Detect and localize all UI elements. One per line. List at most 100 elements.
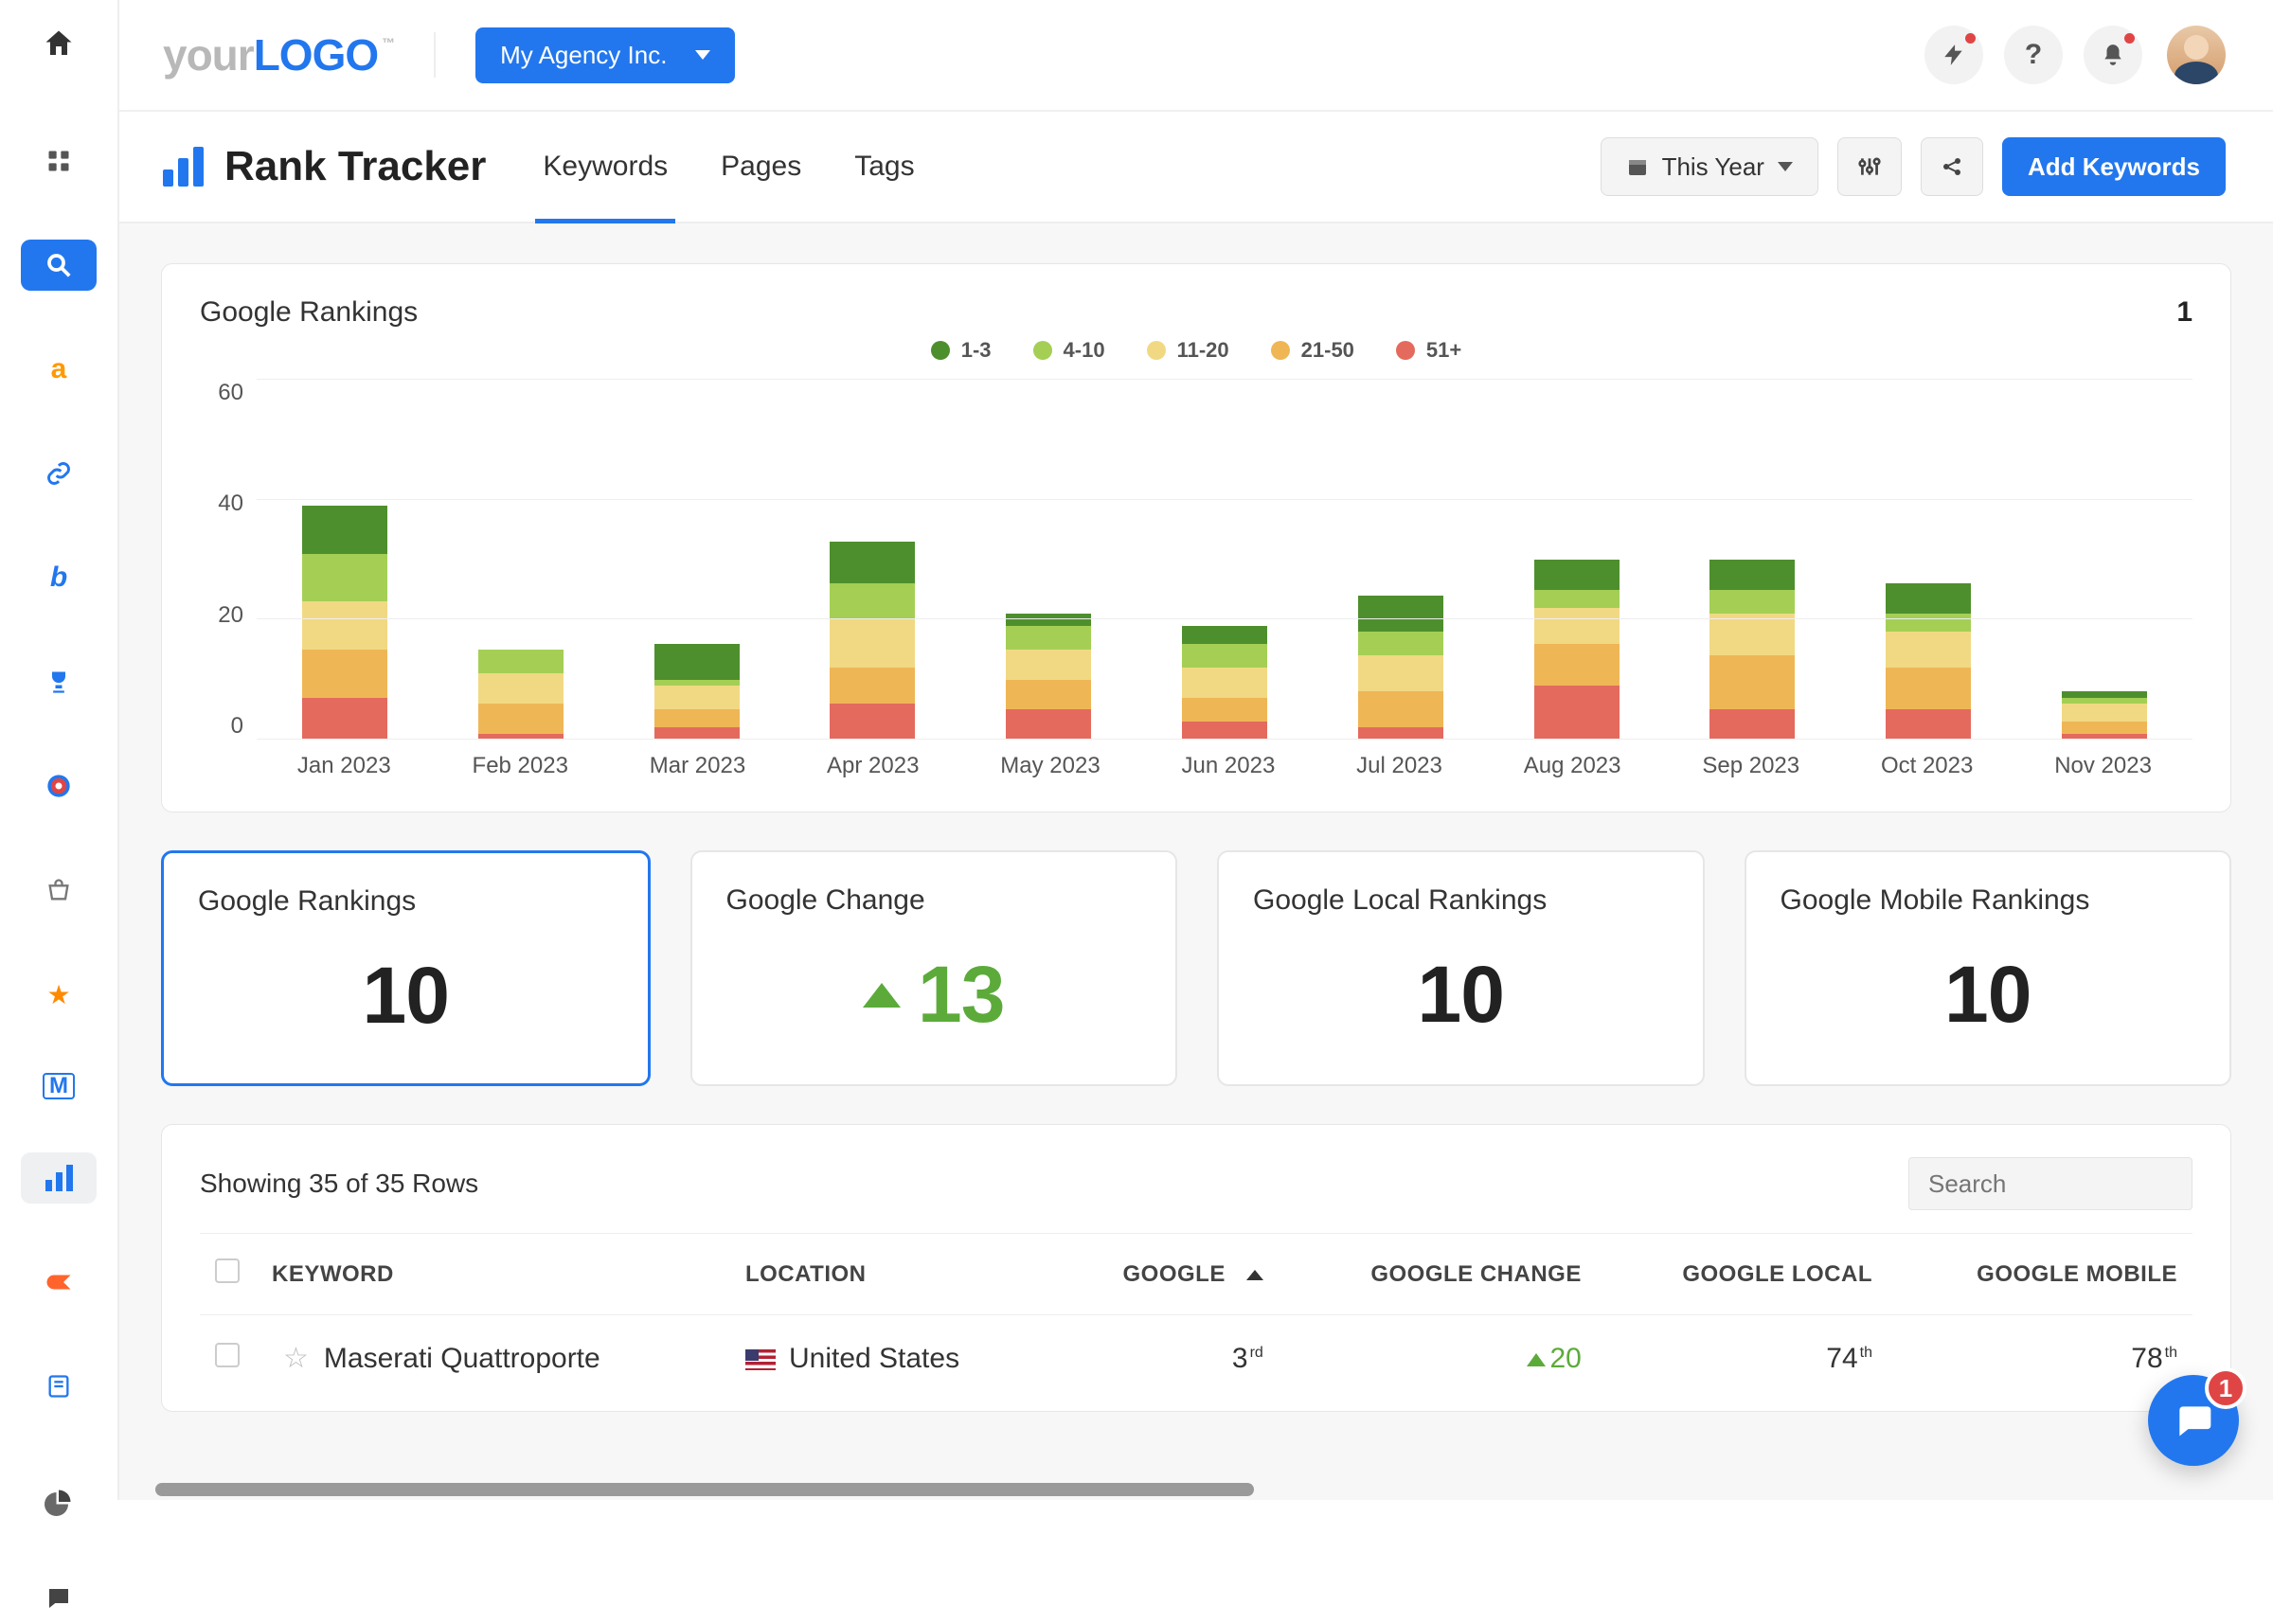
column-header[interactable]: GOOGLE [1053, 1234, 1279, 1315]
table-search-input[interactable] [1908, 1157, 2192, 1210]
y-tick: 20 [218, 602, 243, 629]
legend-dot-icon [1147, 341, 1166, 360]
table-row[interactable]: ☆Maserati QuattroporteUnited States3rd20… [200, 1315, 2192, 1402]
legend-item[interactable]: 51+ [1396, 338, 1461, 363]
legend-label: 51+ [1426, 338, 1461, 363]
bar-column[interactable] [1358, 596, 1443, 740]
gridline [257, 739, 2192, 740]
legend-item[interactable]: 1-3 [931, 338, 992, 363]
bar-segment [654, 644, 740, 680]
chart-x-axis: Jan 2023Feb 2023Mar 2023Apr 2023May 2023… [257, 753, 2192, 779]
bar-column[interactable] [654, 644, 740, 740]
legend-label: 11-20 [1177, 338, 1229, 363]
nav-star-icon[interactable]: ★ [21, 969, 97, 1020]
bar-segment [2062, 722, 2147, 734]
date-range-button[interactable]: This Year [1601, 137, 1818, 196]
bar-segment [1886, 709, 1971, 740]
bar-segment [1886, 632, 1971, 668]
legend-label: 4-10 [1064, 338, 1105, 363]
chart-title: Google Rankings [200, 296, 418, 329]
tab-tags[interactable]: Tags [854, 112, 914, 222]
legend-item[interactable]: 11-20 [1147, 338, 1229, 363]
bar-segment [1709, 614, 1795, 655]
bar-segment [1534, 560, 1620, 590]
rows-count-text: Showing 35 of 35 Rows [200, 1169, 478, 1199]
logo-text-prefix: your [163, 29, 254, 80]
nav-moz-icon[interactable]: M [43, 1073, 75, 1099]
column-header[interactable]: LOCATION [730, 1234, 1053, 1315]
nav-analytics-pie-icon[interactable] [21, 1476, 97, 1527]
metric-value: 10 [1781, 949, 2196, 1041]
chevron-down-icon [1778, 162, 1793, 171]
bar-segment [1534, 686, 1620, 740]
metric-title: Google Change [726, 884, 1142, 917]
bar-segment [1006, 680, 1091, 710]
bar-column[interactable] [1886, 583, 1971, 740]
bar-segment [1182, 668, 1267, 698]
select-all-checkbox[interactable] [215, 1258, 240, 1283]
add-keywords-button[interactable]: Add Keywords [2002, 137, 2226, 196]
chat-fab[interactable]: 1 [2148, 1375, 2239, 1466]
metric-value: 13 [726, 949, 1142, 1041]
nav-rank-tracker-icon[interactable] [21, 1152, 97, 1204]
legend-dot-icon [1271, 341, 1290, 360]
bar-column[interactable] [1006, 614, 1091, 740]
column-header[interactable]: GOOGLE LOCAL [1597, 1234, 1888, 1315]
settings-button[interactable] [1837, 137, 1902, 196]
gridline [257, 618, 2192, 619]
nav-chat-icon[interactable] [21, 1573, 97, 1624]
bar-column[interactable] [302, 506, 387, 740]
nav-trophy-icon[interactable] [21, 656, 97, 707]
google-local-cell: 74th [1597, 1315, 1888, 1402]
legend-item[interactable]: 4-10 [1033, 338, 1105, 363]
bar-segment [478, 673, 564, 704]
keyword-cell: Maserati Quattroporte [324, 1343, 600, 1374]
nav-link-icon[interactable] [21, 448, 97, 499]
y-tick: 40 [218, 491, 243, 517]
logo[interactable]: yourLOGO™ [163, 29, 394, 80]
column-header[interactable]: KEYWORD [257, 1234, 730, 1315]
nav-bing-icon[interactable]: b [21, 552, 97, 603]
bar-segment [1006, 626, 1091, 650]
bar-column[interactable] [1182, 626, 1267, 740]
agency-selector-button[interactable]: My Agency Inc. [475, 27, 735, 83]
share-button[interactable] [1921, 137, 1983, 196]
metric-card[interactable]: Google Rankings10 [161, 850, 651, 1086]
legend-item[interactable]: 21-50 [1271, 338, 1354, 363]
bar-column[interactable] [1534, 560, 1620, 740]
home-icon[interactable] [42, 27, 76, 69]
bar-segment [1534, 608, 1620, 644]
metric-card[interactable]: Google Mobile Rankings10 [1745, 850, 2232, 1086]
nav-amazon-icon[interactable]: a [21, 344, 97, 395]
chart-legend: 1-3 4-10 11-20 21-50 51+ [200, 338, 2192, 363]
metric-card[interactable]: Google Change 13 [690, 850, 1178, 1086]
nav-search-icon[interactable] [21, 240, 97, 291]
nav-report-icon[interactable] [21, 1361, 97, 1412]
column-header[interactable]: GOOGLE CHANGE [1279, 1234, 1597, 1315]
bell-icon[interactable] [2084, 26, 2142, 84]
tab-pages[interactable]: Pages [721, 112, 801, 222]
nav-globe-icon[interactable] [21, 760, 97, 812]
help-icon[interactable]: ? [2004, 26, 2063, 84]
nav-dashboard-icon[interactable] [21, 135, 97, 187]
horizontal-scrollbar-thumb[interactable] [155, 1483, 1254, 1496]
bar-column[interactable] [478, 650, 564, 740]
metrics-row: Google Rankings10 Google Change 13 Google L… [161, 850, 2231, 1086]
logo-tm: ™ [382, 35, 394, 50]
bar-column[interactable] [2062, 691, 2147, 740]
column-header[interactable]: GOOGLE MOBILE [1888, 1234, 2192, 1315]
nav-shopping-icon[interactable] [21, 865, 97, 916]
row-checkbox[interactable] [215, 1343, 240, 1367]
metric-card[interactable]: Google Local Rankings10 [1217, 850, 1705, 1086]
bar-segment [302, 698, 387, 740]
bar-column[interactable] [830, 542, 915, 740]
star-icon[interactable]: ☆ [283, 1343, 309, 1374]
chat-badge: 1 [2205, 1367, 2246, 1409]
tab-keywords[interactable]: Keywords [543, 112, 668, 222]
chart-plot [257, 380, 2192, 740]
user-avatar[interactable] [2167, 26, 2226, 84]
metric-value: 10 [1253, 949, 1669, 1041]
alerts-icon[interactable] [1924, 26, 1983, 84]
nav-semrush-icon[interactable] [21, 1257, 97, 1308]
bar-column[interactable] [1709, 560, 1795, 740]
